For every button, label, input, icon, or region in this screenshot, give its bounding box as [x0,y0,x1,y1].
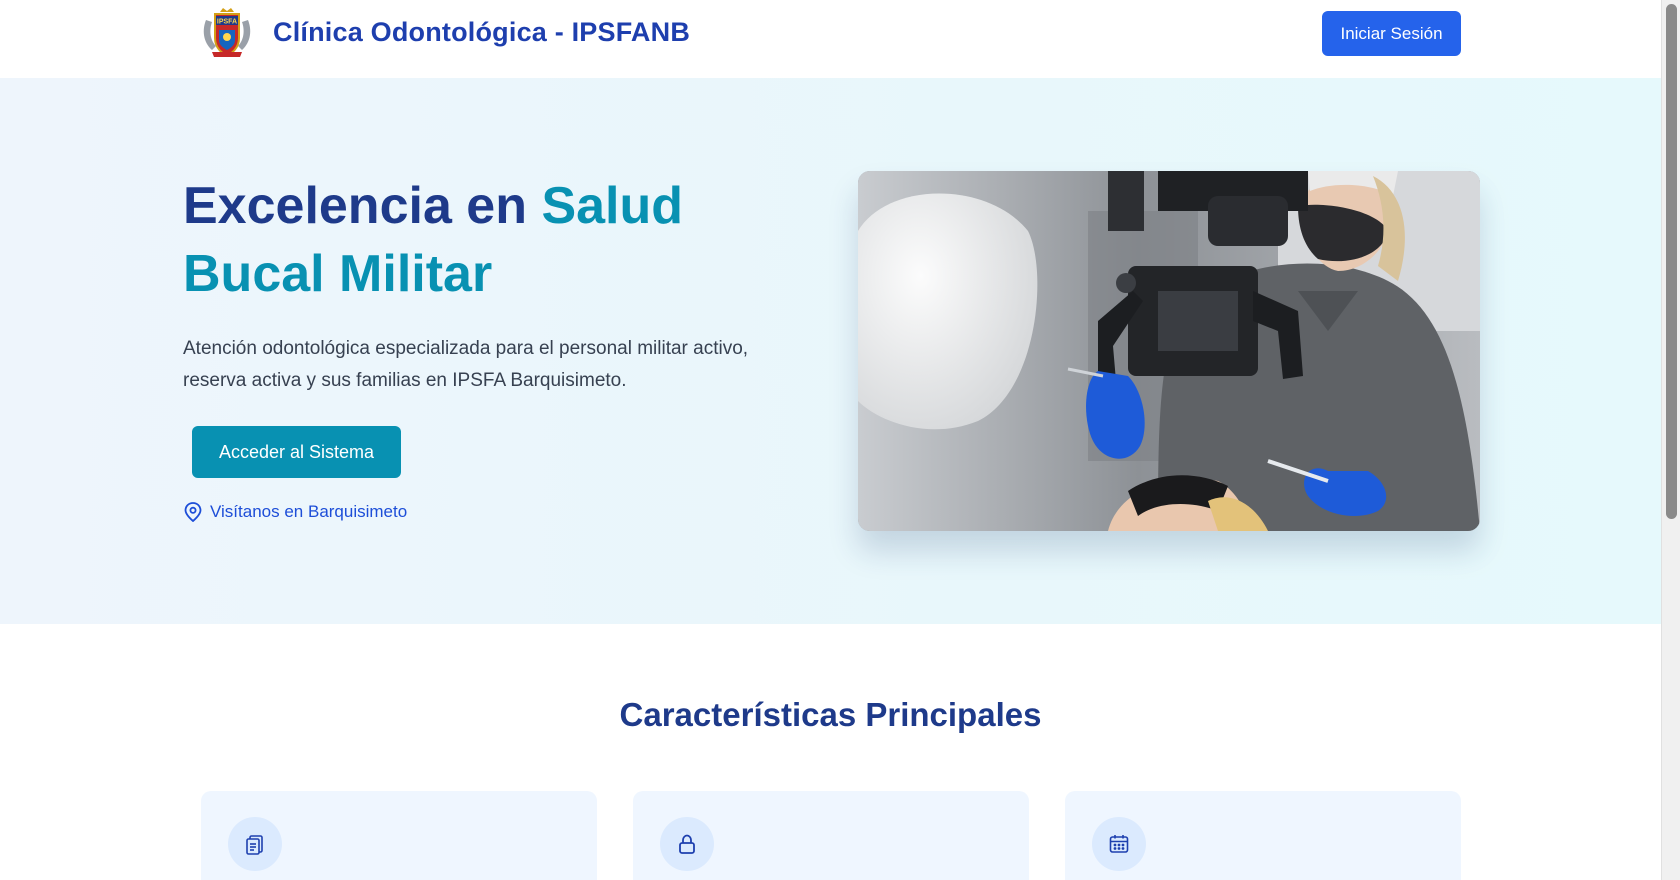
hero-description: Atención odontológica especializada para… [183,338,749,391]
feature-card [633,791,1029,880]
dentist-photo [858,171,1480,531]
lock-icon [660,817,714,871]
hero-title: Excelencia en Salud Bucal Militar [183,172,783,308]
svg-text:IPSFA: IPSFA [217,19,237,26]
scrollbar-thumb[interactable] [1666,4,1677,519]
ipsfa-logo[interactable]: IPSFA [200,6,254,60]
clipboard-icon [228,817,282,871]
features-title: Características Principales [619,696,1042,733]
calendar-icon [1092,817,1146,871]
hero-title-main: Excelencia en [183,177,542,235]
top-navbar: IPSFA Clínica Odontológica - IPSFANB Ini… [0,0,1661,78]
clinic-name: Clínica Odontológica - IPSFANB [273,17,691,47]
vertical-scrollbar[interactable] [1661,0,1680,880]
login-button[interactable]: Iniciar Sesión [1322,11,1461,56]
visit-location-label: Visítanos en Barquisimeto [210,502,408,521]
feature-card [1065,791,1461,880]
access-system-button[interactable]: Acceder al Sistema [192,426,401,478]
visit-location-link[interactable]: Visítanos en Barquisimeto [184,502,408,523]
feature-card [201,791,597,880]
page: IPSFA Clínica Odontológica - IPSFANB Ini… [0,0,1661,880]
map-pin-icon [184,502,202,523]
